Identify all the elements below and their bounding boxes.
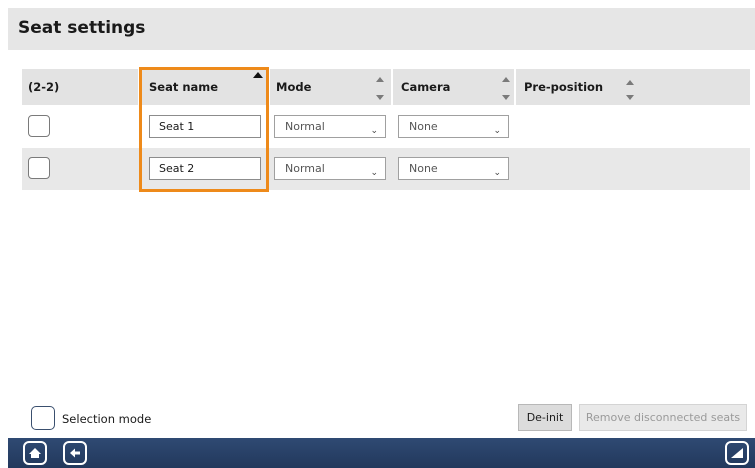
mode-header-label: Mode [276,80,312,94]
selection-mode-label: Selection mode [62,412,152,426]
camera-sort-desc-icon[interactable] [502,95,510,100]
pre-position-sort-asc-icon[interactable] [626,80,634,85]
seat-name-sort-asc-icon[interactable] [253,72,263,78]
camera-sort-asc-icon[interactable] [502,77,510,82]
corner-triangle-icon [731,448,743,458]
row-checkbox[interactable] [28,157,50,179]
corner-button[interactable] [725,441,749,465]
row-checkbox[interactable] [28,115,50,137]
pre-position-header-label: Pre-position [524,80,604,94]
page-title: Seat settings [18,18,146,38]
chevron-down-icon: ⌄ [370,126,378,136]
seat-name-input[interactable]: Seat 2 [149,157,261,180]
table-row [22,148,750,190]
pre-position-sort-desc-icon[interactable] [626,95,634,100]
page-header: Seat settings [8,8,755,50]
row-count-label: (2-2) [28,80,60,94]
deinit-button[interactable]: De-init [518,404,572,431]
table-row [22,107,750,149]
seat-name-header-label: Seat name [149,80,219,94]
bottom-bar [8,438,755,468]
camera-select[interactable]: None ⌄ [398,157,509,180]
mode-sort-desc-icon[interactable] [376,95,384,100]
camera-select-value: None [409,162,438,175]
home-icon [29,448,41,458]
remove-disconnected-seats-button[interactable]: Remove disconnected seats [579,404,747,431]
chevron-down-icon: ⌄ [493,126,501,136]
mode-select-value: Normal [285,120,325,133]
back-arrow-icon [70,448,80,458]
chevron-down-icon: ⌄ [493,168,501,178]
camera-header-label: Camera [401,80,451,94]
camera-select[interactable]: None ⌄ [398,115,509,138]
mode-select[interactable]: Normal ⌄ [274,157,386,180]
seat-name-input[interactable]: Seat 1 [149,115,261,138]
back-button[interactable] [63,441,87,465]
mode-select-value: Normal [285,162,325,175]
home-button[interactable] [23,441,47,465]
selection-mode-checkbox[interactable] [31,406,55,430]
mode-select[interactable]: Normal ⌄ [274,115,386,138]
chevron-down-icon: ⌄ [370,168,378,178]
mode-sort-asc-icon[interactable] [376,77,384,82]
camera-select-value: None [409,120,438,133]
